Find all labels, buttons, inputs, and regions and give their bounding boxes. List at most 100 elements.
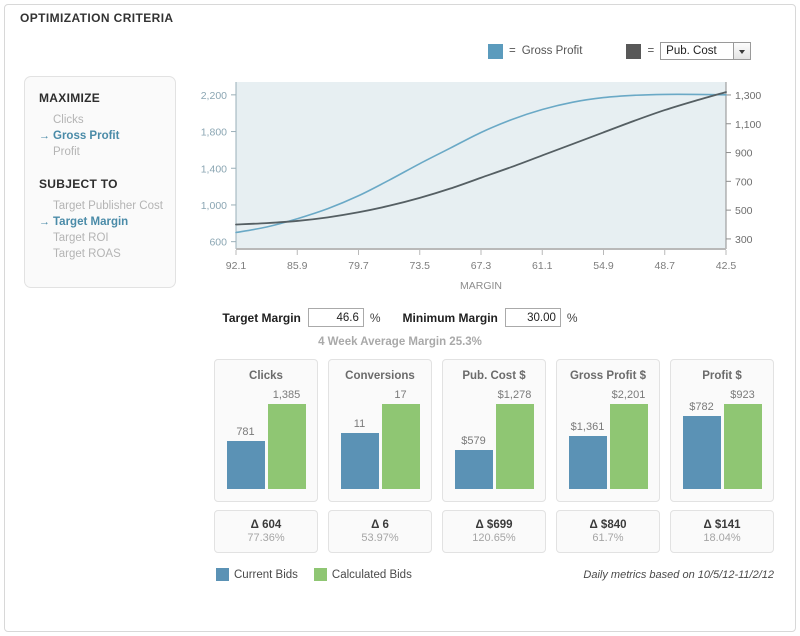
left-axis-tick-label: 1,000 [201, 200, 227, 212]
criteria-item-target-roas[interactable]: Target ROAS [39, 246, 163, 262]
current-bids-label: Current Bids [234, 568, 298, 581]
delta-card: Δ $141 18.04% [670, 510, 774, 553]
delta-card: Δ 604 77.36% [214, 510, 318, 553]
delta-percent: 120.65% [472, 532, 516, 544]
metric-card-title: Profit $ [702, 370, 742, 382]
page-title: OPTIMIZATION CRITERIA [20, 11, 174, 25]
criteria-item-target-roi[interactable]: Target ROI [39, 230, 163, 246]
metric-card-bars: $1,361 $2,201 [557, 389, 659, 489]
metric-card: Profit $ $782 $923 [670, 359, 774, 502]
x-axis-tick-label: 67.3 [471, 260, 492, 272]
metric-card: Clicks 781 1,385 [214, 359, 318, 502]
metric-cards: Clicks 781 1,385 Conversions 11 17 Pub. Cost $… [214, 359, 774, 502]
legend-equals-1: = [509, 45, 516, 57]
metric-card-title: Pub. Cost $ [462, 370, 526, 382]
margin-line-chart: 600 1,000 1,400 1,800 2,200 300 500 700 900 1,100… [196, 74, 766, 299]
metric-card: Gross Profit $ $1,361 $2,201 [556, 359, 660, 502]
current-bid-value: $782 [689, 401, 714, 413]
average-margin-note: 4 Week Average Margin 25.3% [318, 336, 482, 348]
right-axis-tick-label: 1,100 [735, 119, 761, 131]
metric-card-bars: 781 1,385 [215, 389, 317, 489]
left-axis-tick-label: 1,800 [201, 127, 227, 139]
calculated-bid-value: $923 [730, 389, 755, 401]
right-axis-tick-label: 700 [735, 176, 753, 188]
current-bid-bar [568, 436, 607, 489]
current-bid-value: 781 [236, 426, 255, 438]
current-bid-value: $1,361 [570, 421, 605, 433]
metric-card-bars: $782 $923 [671, 389, 773, 489]
criteria-item-gross-profit[interactable]: Gross Profit [39, 128, 119, 144]
calculated-bid-bar [723, 404, 762, 489]
metric-card: Pub. Cost $ $579 $1,278 [442, 359, 546, 502]
metric-card-bars: 11 17 [329, 389, 431, 489]
current-bid-column: $1,361 [568, 389, 607, 489]
current-bid-column: 781 [226, 389, 265, 489]
metric-card-title: Clicks [249, 370, 283, 382]
left-axis-tick-label: 1,400 [201, 163, 227, 175]
x-axis-tick-label: 92.1 [226, 260, 247, 272]
calculated-bid-value: 17 [394, 389, 407, 401]
delta-card: Δ $840 61.7% [556, 510, 660, 553]
x-axis-tick-label: 61.1 [532, 260, 553, 272]
calculated-bid-column: 1,385 [267, 389, 306, 489]
subject-to-group: SUBJECT TO Target Publisher Cost Target … [39, 177, 163, 262]
metric-card-title: Gross Profit $ [569, 370, 647, 382]
metric-card-title: Conversions [345, 370, 415, 382]
delta-card: Δ $699 120.65% [442, 510, 546, 553]
calculated-bid-value: $2,201 [611, 389, 646, 401]
calculated-bid-column: $2,201 [609, 389, 648, 489]
right-axis-tick-label: 300 [735, 234, 753, 246]
calculated-bid-column: $1,278 [495, 389, 534, 489]
series-2-selected-value: Pub. Cost [666, 45, 717, 57]
delta-percent: 61.7% [592, 532, 624, 544]
current-bid-column: 11 [340, 389, 379, 489]
delta-amount: Δ $840 [589, 519, 627, 531]
delta-percent: 18.04% [703, 532, 741, 544]
minimum-margin-unit: % [566, 310, 578, 325]
pub-cost-color-swatch [626, 43, 642, 59]
left-axis-tick-label: 2,200 [201, 90, 227, 102]
current-bid-column: $579 [454, 389, 493, 489]
plot-background [236, 82, 726, 249]
criteria-item-target-margin[interactable]: Target Margin [39, 214, 163, 230]
delta-amount: Δ $141 [703, 519, 741, 531]
calculated-bid-bar [381, 404, 420, 489]
maximize-group: MAXIMIZE Clicks Gross Profit Profit [39, 91, 119, 160]
x-axis-tick-label: 73.5 [410, 260, 431, 272]
calculated-bid-value: 1,385 [272, 389, 301, 401]
calculated-bid-bar [267, 404, 306, 489]
target-margin-label: Target Margin [222, 310, 301, 325]
calculated-bid-value: $1,278 [497, 389, 532, 401]
optimization-criteria-page: OPTIMIZATION CRITERIA MAXIMIZE Clicks Gr… [0, 0, 800, 636]
right-axis-tick-label: 900 [735, 148, 753, 160]
delta-card: Δ 6 53.97% [328, 510, 432, 553]
minimum-margin-input[interactable] [504, 308, 561, 327]
delta-cards: Δ 604 77.36% Δ 6 53.97% Δ $699 120.65% Δ $840 6… [214, 510, 774, 553]
x-axis-tick-label: 85.9 [287, 260, 308, 272]
criteria-item-clicks[interactable]: Clicks [39, 112, 119, 128]
current-bid-bar [454, 450, 493, 489]
x-axis-title: MARGIN [460, 280, 502, 292]
target-margin-input[interactable] [307, 308, 364, 327]
bids-legend: Current Bids Calculated Bids [216, 568, 428, 581]
delta-amount: Δ $699 [475, 519, 513, 531]
series-2-select[interactable]: Pub. Cost [660, 42, 751, 60]
criteria-item-target-publisher-cost[interactable]: Target Publisher Cost [39, 198, 163, 214]
chevron-down-icon[interactable] [732, 43, 750, 59]
target-margin-unit: % [369, 310, 381, 325]
legend-series-1-label: Gross Profit [521, 45, 583, 57]
current-bid-bar [226, 441, 265, 489]
subject-to-heading: SUBJECT TO [39, 177, 118, 191]
current-bid-column: $782 [682, 389, 721, 489]
criteria-item-profit[interactable]: Profit [39, 144, 119, 160]
x-axis-tick-label: 54.9 [593, 260, 614, 272]
calculated-bids-color-swatch [313, 568, 327, 581]
gross-profit-color-swatch [488, 43, 503, 59]
left-axis-tick-label: 600 [209, 237, 227, 249]
calculated-bids-label: Calculated Bids [331, 568, 412, 581]
delta-percent: 77.36% [247, 532, 285, 544]
delta-percent: 53.97% [361, 532, 399, 544]
optimization-criteria-list: MAXIMIZE Clicks Gross Profit Profit SUBJ… [24, 76, 176, 288]
current-bid-value: 11 [353, 418, 366, 430]
metrics-footnote: Daily metrics based on 10/5/12-11/2/12 [583, 569, 774, 581]
